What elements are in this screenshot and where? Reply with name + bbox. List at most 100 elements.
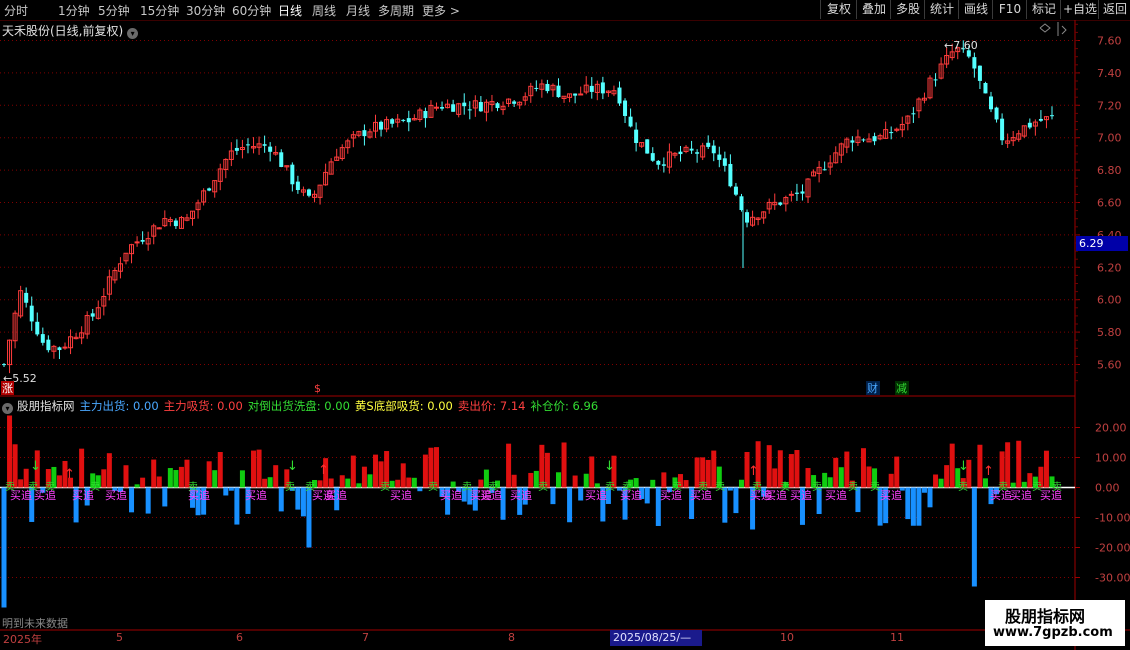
indicator-tick-label: 0.00: [1095, 482, 1120, 495]
indicator-bar: [178, 466, 184, 488]
sell-label: 卖: [188, 481, 198, 493]
sell-label: 卖: [698, 481, 708, 493]
indicator-bar: [217, 452, 223, 488]
indicator-bar: [977, 444, 983, 488]
candle-body-down: [600, 82, 605, 94]
indicator-bar: [572, 475, 578, 488]
candle-body-down: [362, 130, 367, 137]
indicator-bar: [478, 479, 484, 488]
sell-label: 卖: [380, 481, 390, 493]
sell-label: 卖: [428, 481, 438, 493]
up-arrow-icon: ↑: [983, 464, 994, 479]
candle-body-down: [745, 212, 750, 223]
candlestick-chart[interactable]: 7.607.407.207.006.806.606.406.206.005.80…: [0, 0, 1130, 650]
indicator-bar: [389, 480, 395, 488]
indicator-bar: [145, 487, 151, 514]
candle-body-down: [645, 139, 650, 154]
indicator-bar: [350, 455, 356, 488]
candle-body-down: [234, 147, 239, 151]
indicator-bar: [822, 472, 828, 488]
price-tick-label: 7.60: [1097, 35, 1122, 48]
indicator-bar: [450, 481, 456, 488]
indicator-bar: [949, 443, 955, 488]
indicator-value-3: 黄S底部吸货: 0.00: [354, 399, 453, 413]
candle-body-down: [661, 164, 666, 166]
zhang-marker: 涨: [2, 382, 13, 395]
sell-label: 卖: [5, 481, 15, 493]
candle-body-down: [245, 144, 250, 146]
indicator-tick-label: -10.00: [1095, 512, 1130, 525]
indicator-bar: [921, 487, 927, 493]
candle-body-down: [656, 160, 661, 165]
indicator-bar: [727, 487, 733, 491]
candle-body-down: [778, 202, 783, 205]
sell-label: 卖: [28, 481, 38, 493]
indicator-bar: [938, 478, 944, 488]
indicator-tick-label: 20.00: [1095, 422, 1127, 435]
buy-chase-label: 买追: [880, 488, 902, 502]
date-tick-3: 7: [362, 631, 369, 644]
price-tick-label: 5.80: [1097, 326, 1122, 339]
indicator-bar: [267, 477, 273, 488]
candle-body-down: [1050, 115, 1054, 117]
current-price-tag: 6.29: [1076, 236, 1128, 251]
dollar-marker: $: [314, 382, 321, 395]
indicator-bar: [262, 478, 268, 488]
price-tick-label: 7.00: [1097, 132, 1122, 145]
indicator-bar: [162, 487, 168, 507]
indicator-title: ▾ 股朋指标网 主力出货: 0.00 主力吸货: 0.00 对倒出货洗盘: 0.00 黄S…: [2, 398, 603, 414]
price-tick-label: 7.40: [1097, 67, 1122, 80]
indicator-bar: [356, 483, 362, 488]
indicator-bar: [251, 450, 257, 488]
price-tick-label: 6.60: [1097, 197, 1122, 210]
buy-chase-label: 买追: [790, 488, 812, 502]
indicator-bar: [528, 472, 534, 488]
sell-label: 卖: [305, 481, 315, 493]
candle-body-up: [434, 106, 440, 109]
indicator-bar: [805, 468, 811, 488]
price-tick-label: 6.80: [1097, 164, 1122, 177]
candle-body-down: [390, 119, 395, 124]
candle-body-down: [573, 93, 578, 96]
indicator-bar: [328, 478, 334, 488]
indicator-bar: [79, 448, 85, 488]
indicator-bar: [256, 449, 262, 488]
date-tick-2: 6: [236, 631, 243, 644]
indicator-bar: [206, 461, 212, 488]
candle-body-down: [268, 146, 273, 152]
indicator-bar: [140, 477, 146, 488]
candle-body-down: [989, 96, 994, 110]
indicator-bar: [772, 468, 778, 488]
down-arrow-icon: ↓: [604, 459, 615, 474]
candle-body-down: [57, 347, 62, 351]
buy-chase-label: 买追: [325, 488, 347, 502]
indicator-bar: [278, 487, 284, 512]
candle-body-down: [451, 104, 456, 112]
candle-body-down: [794, 192, 799, 194]
buy-chase-label: 买追: [825, 488, 847, 502]
indicator-bar: [766, 445, 772, 488]
indicator-bar: [838, 467, 844, 488]
indicator-bar: [7, 415, 13, 488]
price-tick-label: 5.60: [1097, 359, 1122, 372]
indicator-bar: [345, 478, 351, 488]
indicator-bar: [550, 487, 556, 505]
candle-body-down: [534, 87, 539, 89]
indicator-settings-icon[interactable]: ▾: [2, 403, 13, 414]
buy-chase-label: 买追: [585, 488, 607, 502]
indicator-bar: [339, 475, 345, 488]
indicator-bar: [18, 479, 24, 488]
indicator-bar: [733, 487, 739, 514]
indicator-bar: [561, 442, 567, 488]
candle-body-down: [29, 305, 34, 322]
date-axis: 2025年 5 6 7 8 10 11: [0, 630, 1075, 650]
candle-body-down: [556, 85, 561, 98]
indicator-tick-label: 10.00: [1095, 452, 1127, 465]
indicator-bar: [683, 480, 689, 488]
indicator-bar: [567, 487, 573, 523]
indicator-bar: [317, 480, 323, 488]
indicator-bar: [295, 487, 301, 510]
sell-label: 卖: [848, 481, 858, 493]
indicator-value-4: 卖出价: 7.14: [457, 399, 526, 413]
date-tick-0: 2025年: [3, 633, 42, 646]
